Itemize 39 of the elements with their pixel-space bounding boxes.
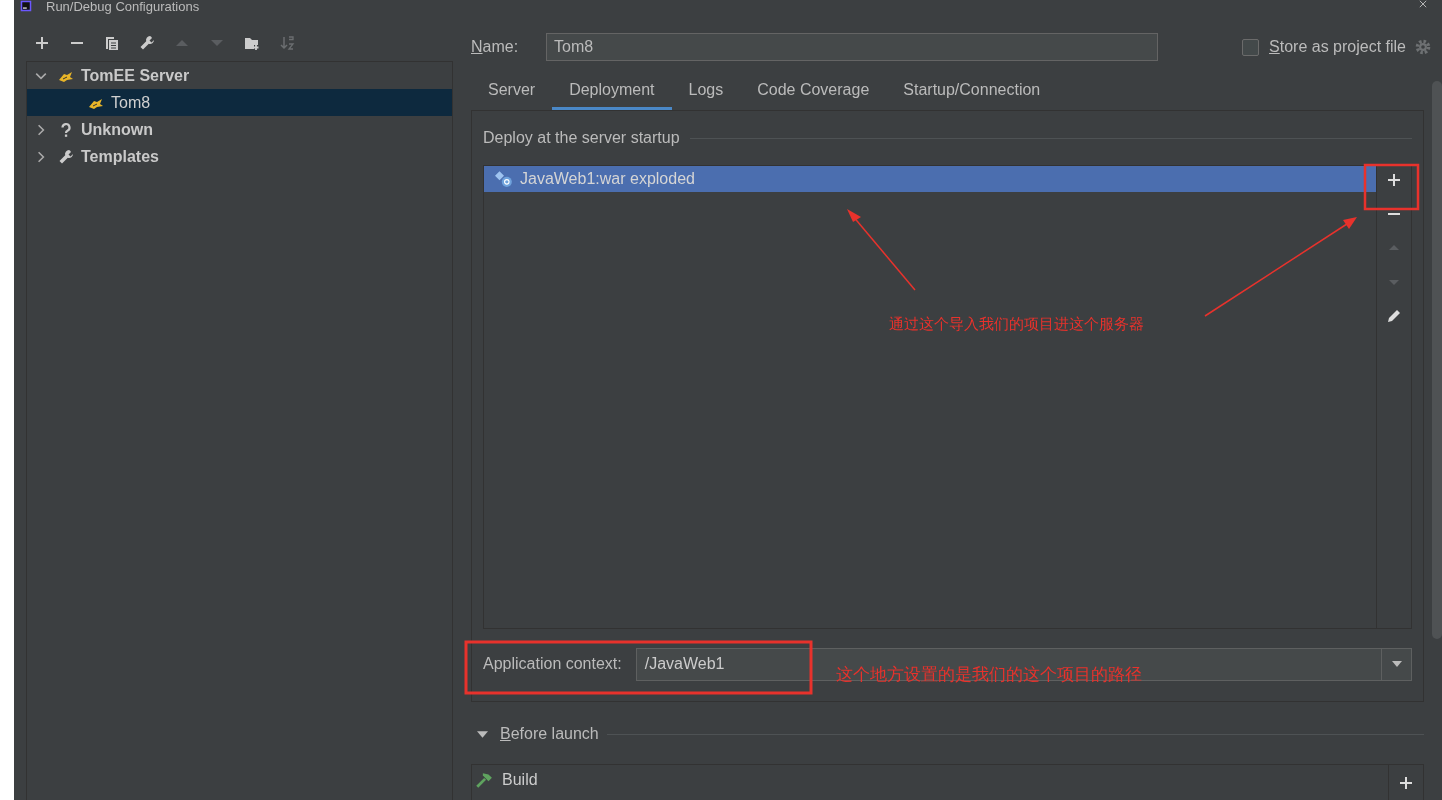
add-icon[interactable] [1398,775,1414,791]
name-label: Name: [471,38,520,56]
tab[interactable]: Startup/Connection [886,73,1058,110]
tree-item[interactable]: TomEE Server [27,62,452,89]
tab[interactable]: Deployment [552,73,672,110]
section-title[interactable]: Before launch [500,725,599,743]
context-label: Application context: [483,655,622,673]
tree-item[interactable]: Templates [27,143,452,170]
app-icon [18,0,34,12]
add-icon[interactable] [34,35,50,51]
caret-icon [1391,661,1402,667]
section-title: Deploy at the server startup [483,129,680,147]
tree-item[interactable]: Tom8 [27,89,452,116]
checkbox[interactable] [1242,38,1260,56]
dropdown-button[interactable] [1381,647,1412,681]
add-icon[interactable] [1386,172,1402,188]
wrench-icon[interactable] [139,35,155,51]
edit-icon[interactable] [1386,308,1402,324]
annotation-text: 这个地方设置的是我们的这个项目的路径 [836,663,1142,686]
chevron-right-icon[interactable] [35,123,47,136]
window-title: Run/Debug Configurations [46,0,200,13]
artifact-item[interactable]: JavaWeb1:war exploded [484,166,1376,192]
annotation-text: 通过这个导入我们的项目进这个服务器 [889,315,1144,334]
tab[interactable]: Code Coverage [740,73,887,110]
hammer-icon [474,771,494,789]
context-field[interactable]: /JavaWeb1 [635,647,795,681]
copy-icon[interactable] [104,35,120,51]
name-field[interactable]: Tom8 [546,33,1158,61]
tab[interactable]: Server [471,73,553,110]
chevron-right-icon[interactable] [35,150,47,163]
triangle-down-icon[interactable] [477,730,488,738]
close-icon[interactable] [1418,0,1428,8]
highlight-frame [1363,163,1420,211]
store-label[interactable]: Store as project file [1269,38,1406,56]
artifact-icon [494,170,514,188]
tab[interactable]: Logs [671,73,741,110]
new-folder-icon[interactable] [244,35,260,51]
wrench-icon [57,148,75,165]
tree-item[interactable]: Unknown [27,116,452,143]
